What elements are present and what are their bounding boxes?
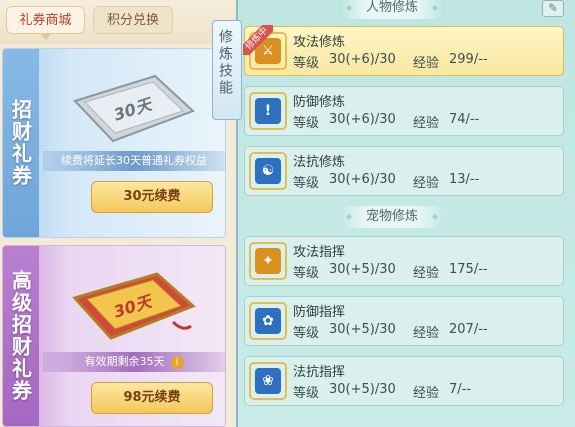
skill-row[interactable]: ! 防御修炼等级 30(+6)/30 经验 74/-- bbox=[244, 86, 564, 136]
coupon-card-basic: 招财礼券 30天 续费将延长30天普通礼券权益 30元续费 bbox=[2, 48, 226, 238]
level-value: 30(+6)/30 bbox=[329, 112, 396, 127]
coupon-label: 高级招财礼券 bbox=[8, 270, 33, 402]
paw-defense-icon: ✿ bbox=[249, 302, 287, 340]
skill-name: 法抗指挥 bbox=[293, 365, 346, 380]
skill-row[interactable]: ✿ 防御指挥等级 30(+5)/30 经验 207/-- bbox=[244, 296, 564, 346]
training-badge-text: 修炼中 bbox=[243, 25, 273, 55]
exp-label: 经验 bbox=[413, 386, 440, 401]
level-value: 30(+6)/30 bbox=[329, 52, 396, 67]
skill-name: 防御修炼 bbox=[293, 95, 346, 110]
exp-label: 经验 bbox=[413, 176, 440, 191]
skill-row[interactable]: ⚔ 修炼中 攻法修炼 等级 30(+6)/30 经验 299/-- bbox=[243, 25, 564, 76]
paw-resist-icon: ❀ bbox=[249, 362, 287, 400]
exp-label: 经验 bbox=[413, 116, 440, 131]
paw-attack-icon: ✦ bbox=[249, 242, 287, 280]
tab-coupon-mall[interactable]: 礼券商城 bbox=[6, 6, 85, 40]
coupon-info-text: 有效期剩余35天 i bbox=[43, 352, 225, 372]
renew-button[interactable]: 98元续费 bbox=[91, 382, 213, 414]
shield-icon: ! bbox=[249, 92, 287, 130]
level-label: 等级 bbox=[293, 326, 320, 341]
exp-value: 207/-- bbox=[449, 322, 488, 337]
level-value: 30(+5)/30 bbox=[329, 262, 396, 277]
coupon-label-bar: 高级招财礼券 bbox=[3, 246, 39, 426]
coupon-label: 招财礼券 bbox=[8, 99, 33, 187]
exp-value: 74/-- bbox=[449, 112, 480, 127]
level-label: 等级 bbox=[293, 56, 320, 71]
pet-section-title: 宠物修炼 bbox=[340, 206, 444, 228]
skill-row[interactable]: ✦ 攻法指挥等级 30(+5)/30 经验 175/-- bbox=[244, 236, 564, 286]
skill-name: 法抗修炼 bbox=[293, 155, 346, 170]
character-section-title: 人物修炼 bbox=[340, 0, 444, 19]
top-tab-bar: 礼券商城 积分兑换 bbox=[0, 0, 236, 44]
exp-value: 299/-- bbox=[449, 52, 488, 67]
skill-glyph: ✿ bbox=[255, 308, 281, 334]
level-label: 等级 bbox=[293, 386, 320, 401]
cultivation-skills-tab-label: 修炼技能 bbox=[217, 29, 233, 97]
training-badge: 修炼中 bbox=[243, 25, 273, 55]
level-value: 30(+5)/30 bbox=[329, 382, 396, 397]
renew-button[interactable]: 30元续费 bbox=[91, 181, 213, 213]
skill-glyph: ! bbox=[255, 98, 281, 124]
exp-value: 175/-- bbox=[449, 262, 488, 277]
exp-label: 经验 bbox=[413, 56, 440, 71]
info-icon[interactable]: i bbox=[170, 355, 184, 369]
exp-value: 13/-- bbox=[449, 172, 480, 187]
taiji-icon: ☯ bbox=[249, 152, 287, 190]
silver-ticket-icon: 30天 bbox=[73, 74, 195, 143]
coupon-label-bar: 招财礼券 bbox=[3, 49, 39, 237]
cultivation-skills-tab[interactable]: 修炼技能 bbox=[212, 20, 242, 120]
skill-row[interactable]: ❀ 法抗指挥等级 30(+5)/30 经验 7/-- bbox=[244, 356, 564, 406]
gold-ticket-icon: 30天 bbox=[72, 272, 196, 340]
coupon-info-label: 有效期剩余35天 bbox=[84, 355, 165, 368]
level-label: 等级 bbox=[293, 266, 320, 281]
skill-name: 攻法指挥 bbox=[293, 245, 346, 260]
level-value: 30(+5)/30 bbox=[329, 322, 396, 337]
edit-icon[interactable]: ✎ bbox=[542, 0, 564, 17]
exp-label: 经验 bbox=[413, 326, 440, 341]
exp-value: 7/-- bbox=[449, 382, 472, 397]
level-label: 等级 bbox=[293, 176, 320, 191]
skill-name: 防御指挥 bbox=[293, 305, 346, 320]
level-label: 等级 bbox=[293, 116, 320, 131]
tab-points-exchange[interactable]: 积分兑换 bbox=[93, 6, 173, 34]
skill-glyph: ✦ bbox=[255, 248, 281, 274]
skill-row[interactable]: ☯ 法抗修炼等级 30(+6)/30 经验 13/-- bbox=[244, 146, 564, 196]
level-value: 30(+6)/30 bbox=[329, 172, 396, 187]
skill-glyph: ☯ bbox=[255, 158, 281, 184]
exp-label: 经验 bbox=[413, 266, 440, 281]
coupon-info-text: 续费将延长30天普通礼券权益 bbox=[43, 151, 225, 171]
skill-glyph: ❀ bbox=[255, 368, 281, 394]
coupon-card-premium: 高级招财礼券 30天 有效期剩余35天 i 98元续费 bbox=[2, 245, 226, 427]
skill-name: 攻法修炼 bbox=[293, 35, 346, 50]
